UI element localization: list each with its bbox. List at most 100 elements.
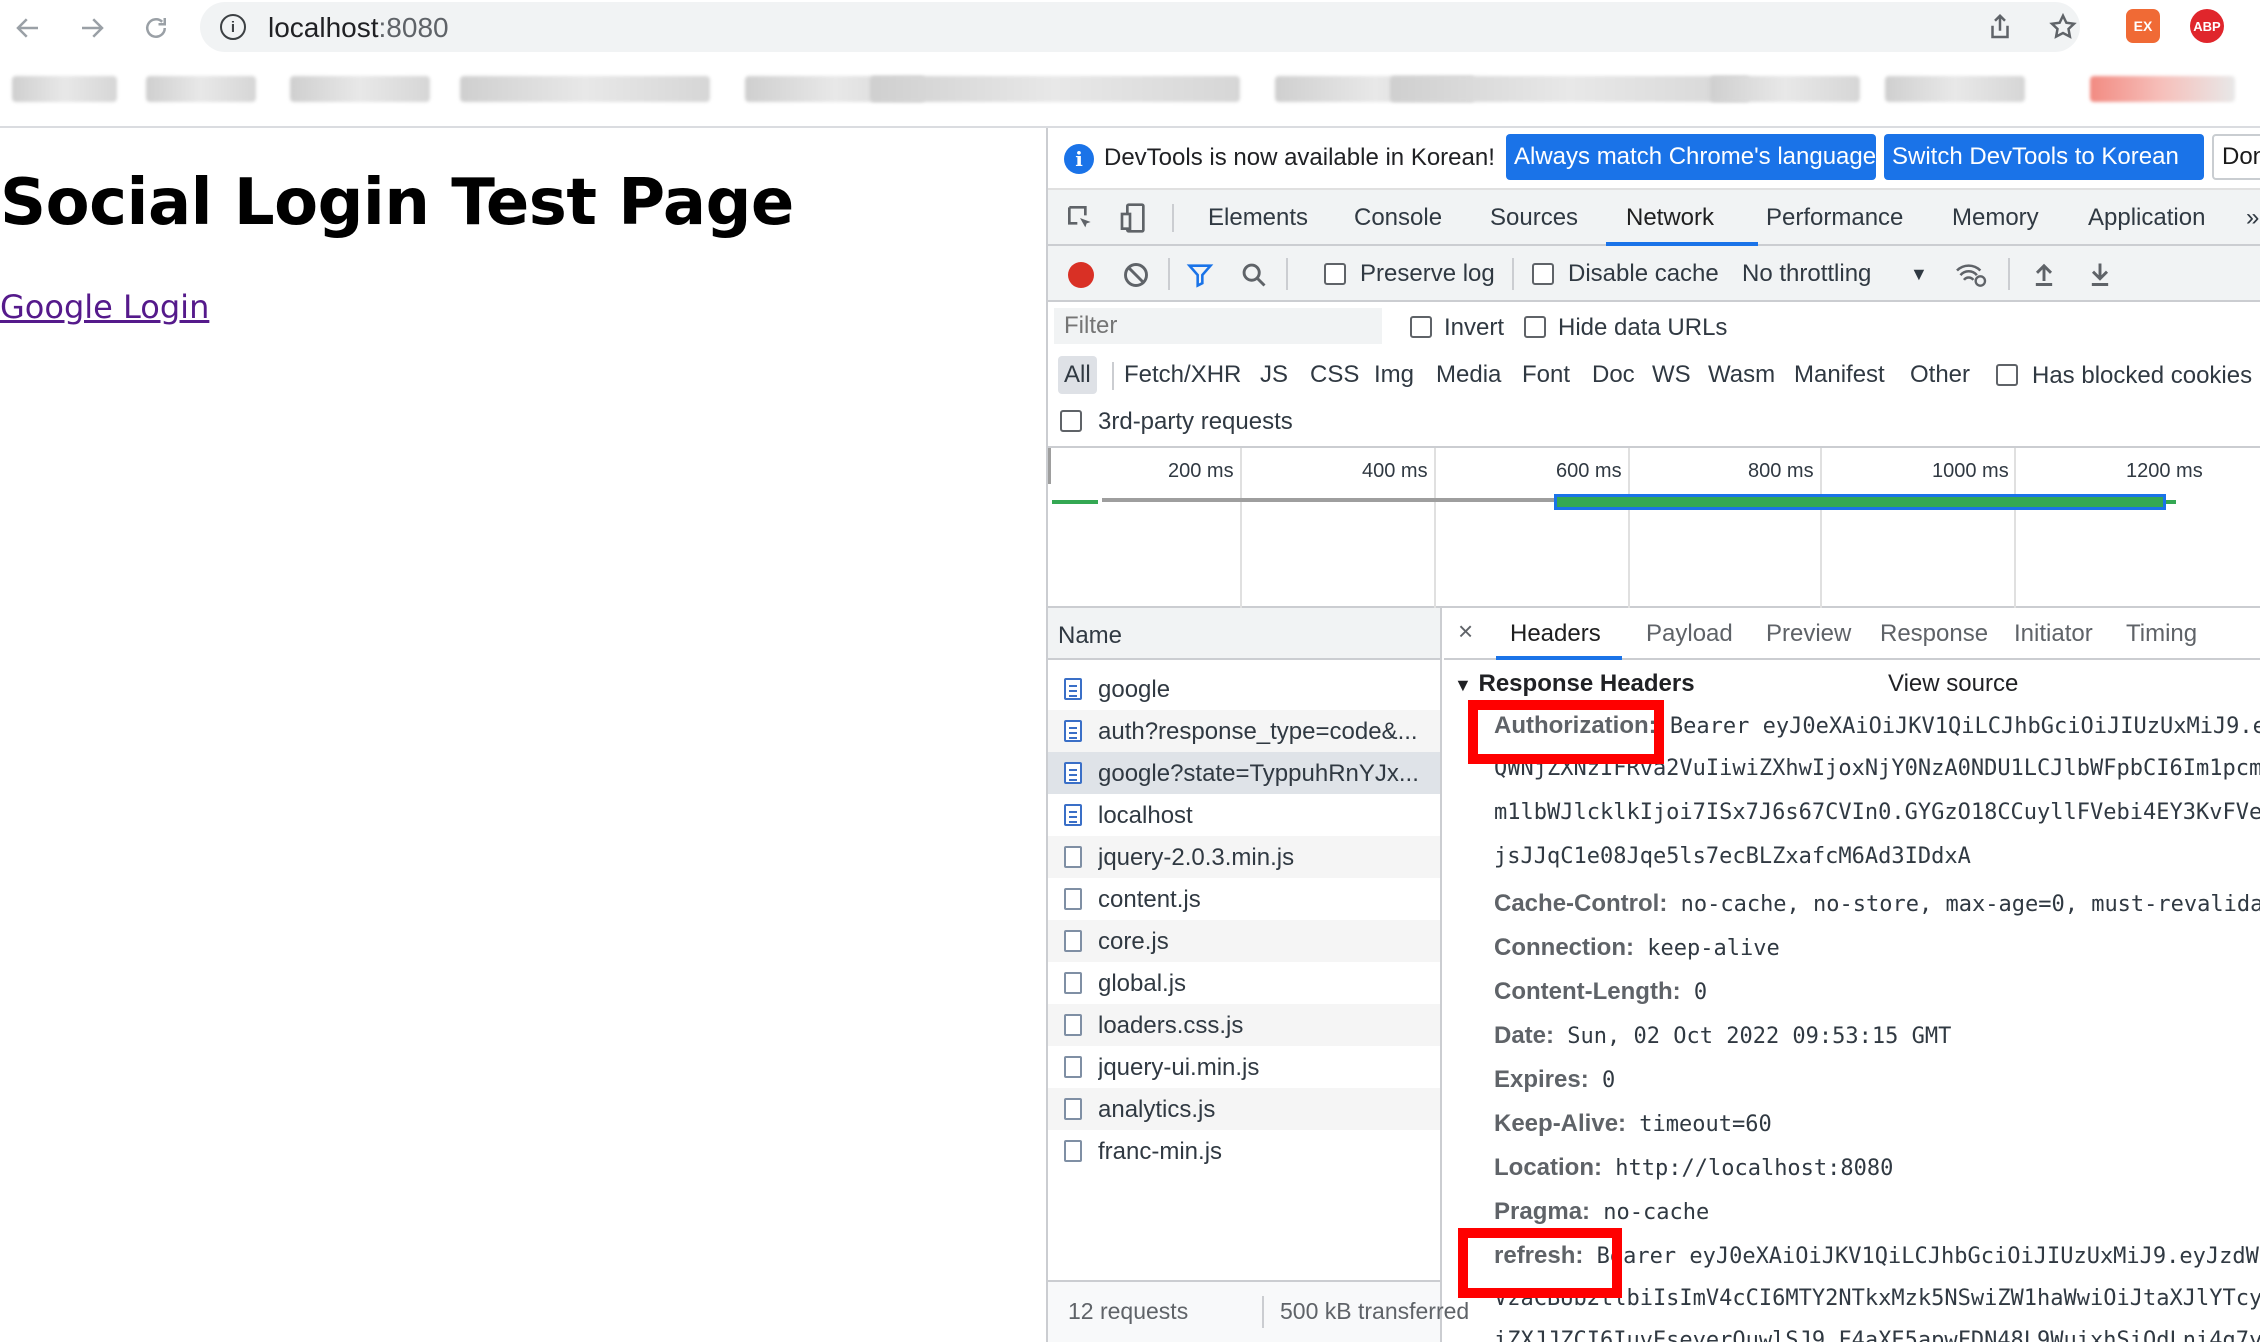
tab-response[interactable]: Response bbox=[1880, 620, 1988, 648]
tab-performance[interactable]: Performance bbox=[1766, 204, 1903, 232]
inspect-element-icon[interactable] bbox=[1064, 202, 1096, 234]
close-details-icon[interactable]: × bbox=[1458, 616, 1473, 647]
export-har-icon[interactable] bbox=[2086, 260, 2114, 288]
tab-sources[interactable]: Sources bbox=[1490, 204, 1578, 232]
toolbar-divider bbox=[2008, 258, 2010, 290]
bookmark-item[interactable] bbox=[146, 76, 256, 102]
chevron-down-icon[interactable]: ▼ bbox=[1910, 264, 1928, 285]
active-tab-indicator bbox=[1496, 656, 1622, 660]
reload-button[interactable] bbox=[136, 8, 176, 48]
tab-console[interactable]: Console bbox=[1354, 204, 1442, 232]
filter-type-fetch-xhr[interactable]: Fetch/XHR bbox=[1118, 356, 1247, 394]
more-tabs-chevron-icon[interactable]: » bbox=[2246, 204, 2259, 232]
timeline-overview[interactable]: 200 ms 400 ms 600 ms 800 ms 1000 ms 1200… bbox=[1048, 448, 2260, 608]
request-row[interactable]: jquery-ui.min.js bbox=[1048, 1046, 1440, 1088]
tab-elements[interactable]: Elements bbox=[1208, 204, 1308, 232]
switch-to-korean-button[interactable]: Switch DevTools to Korean bbox=[1884, 134, 2204, 180]
bookmark-item[interactable] bbox=[290, 76, 430, 102]
preserve-log-checkbox[interactable] bbox=[1324, 263, 1346, 285]
record-icon[interactable] bbox=[1068, 262, 1094, 288]
throttling-select[interactable]: No throttling bbox=[1742, 260, 1871, 288]
header-line: Location: http://localhost:8080 bbox=[1494, 1154, 1894, 1181]
response-headers-section[interactable]: ▼ Response Headers bbox=[1454, 670, 1695, 698]
dont-show-again-button[interactable]: Don't show again bbox=[2212, 134, 2260, 180]
request-row[interactable]: global.js bbox=[1048, 962, 1440, 1004]
request-row[interactable]: content.js bbox=[1048, 878, 1440, 920]
bookmark-item[interactable] bbox=[460, 76, 710, 102]
request-row[interactable]: franc-min.js bbox=[1048, 1130, 1440, 1172]
timeline-gridline bbox=[2014, 448, 2016, 608]
address-bar[interactable]: i localhost:8080 bbox=[200, 2, 2080, 52]
tab-payload[interactable]: Payload bbox=[1646, 620, 1733, 648]
tab-network[interactable]: Network bbox=[1626, 204, 1714, 232]
filter-type-all[interactable]: All bbox=[1058, 356, 1097, 394]
back-button[interactable] bbox=[8, 8, 48, 48]
info-icon: i bbox=[1064, 144, 1094, 174]
forward-button[interactable] bbox=[72, 8, 112, 48]
toolbar-divider bbox=[1172, 204, 1174, 232]
google-login-link[interactable]: Google Login bbox=[0, 288, 209, 326]
tab-application[interactable]: Application bbox=[2088, 204, 2205, 232]
filter-type-other[interactable]: Other bbox=[1904, 356, 1976, 394]
request-row[interactable]: auth?response_type=code&... bbox=[1048, 710, 1440, 752]
reload-icon bbox=[146, 18, 166, 38]
request-row[interactable]: loaders.css.js bbox=[1048, 1004, 1440, 1046]
bookmark-item[interactable] bbox=[870, 76, 1240, 102]
bookmark-item[interactable] bbox=[1710, 76, 1860, 102]
device-toolbar-icon[interactable] bbox=[1118, 202, 1150, 234]
invert-checkbox[interactable] bbox=[1410, 316, 1432, 338]
network-conditions-icon[interactable] bbox=[1954, 260, 1988, 288]
script-file-icon bbox=[1064, 1056, 1082, 1078]
tab-headers[interactable]: Headers bbox=[1510, 620, 1601, 648]
filter-type-js[interactable]: JS bbox=[1254, 356, 1294, 394]
request-row[interactable]: jquery-2.0.3.min.js bbox=[1048, 836, 1440, 878]
blocked-cookies-checkbox[interactable] bbox=[1996, 364, 2018, 386]
filter-row: Invert Hide data URLs bbox=[1048, 302, 2260, 350]
request-row[interactable]: core.js bbox=[1048, 920, 1440, 962]
hide-data-urls-checkbox[interactable] bbox=[1524, 316, 1546, 338]
site-info-icon[interactable]: i bbox=[220, 14, 246, 40]
tab-timing[interactable]: Timing bbox=[2126, 620, 2197, 648]
filter-type-img[interactable]: Img bbox=[1368, 356, 1420, 394]
filter-type-wasm[interactable]: Wasm bbox=[1702, 356, 1781, 394]
bookmark-star-icon[interactable] bbox=[2048, 12, 2078, 42]
request-row[interactable]: localhost bbox=[1048, 794, 1440, 836]
extension-ex-icon[interactable]: EX bbox=[2126, 9, 2160, 43]
document-icon bbox=[1064, 804, 1082, 826]
always-match-language-button[interactable]: Always match Chrome's language bbox=[1506, 134, 1876, 180]
third-party-checkbox[interactable] bbox=[1060, 410, 1082, 432]
share-icon[interactable] bbox=[1985, 12, 2015, 42]
network-toolbar: Preserve log Disable cache No throttling… bbox=[1048, 246, 2260, 302]
import-har-icon[interactable] bbox=[2030, 260, 2058, 288]
clear-icon[interactable] bbox=[1122, 261, 1150, 289]
filter-type-font[interactable]: Font bbox=[1516, 356, 1576, 394]
adblock-icon[interactable]: ABP bbox=[2190, 9, 2224, 43]
address-url[interactable]: localhost:8080 bbox=[268, 12, 449, 44]
bookmark-item[interactable] bbox=[12, 76, 117, 102]
filter-input[interactable] bbox=[1054, 308, 1382, 344]
search-icon[interactable] bbox=[1240, 261, 1268, 289]
filter-type-media[interactable]: Media bbox=[1430, 356, 1507, 394]
status-divider bbox=[1262, 1296, 1264, 1328]
tab-preview[interactable]: Preview bbox=[1766, 620, 1851, 648]
view-source-link[interactable]: View source bbox=[1888, 670, 2018, 698]
bookmark-item[interactable] bbox=[1390, 76, 1750, 102]
disable-cache-label: Disable cache bbox=[1568, 260, 1719, 287]
filter-type-ws[interactable]: WS bbox=[1646, 356, 1697, 394]
request-row-selected[interactable]: google?state=TyppuhRnYJx... bbox=[1048, 752, 1440, 794]
name-column-header[interactable]: Name bbox=[1048, 608, 1440, 660]
filter-type-css[interactable]: CSS bbox=[1304, 356, 1365, 394]
disable-cache-checkbox[interactable] bbox=[1532, 263, 1554, 285]
bookmark-item[interactable] bbox=[1885, 76, 2025, 102]
request-row[interactable]: analytics.js bbox=[1048, 1088, 1440, 1130]
bookmark-item[interactable] bbox=[2090, 76, 2235, 102]
script-file-icon bbox=[1064, 930, 1082, 952]
filter-type-doc[interactable]: Doc bbox=[1586, 356, 1641, 394]
network-status-bar: 12 requests 500 kB transferred bbox=[1048, 1280, 1469, 1342]
tab-memory[interactable]: Memory bbox=[1952, 204, 2039, 232]
third-party-label: 3rd-party requests bbox=[1098, 408, 1293, 435]
tab-initiator[interactable]: Initiator bbox=[2014, 620, 2093, 648]
filter-funnel-icon[interactable] bbox=[1186, 261, 1214, 289]
request-row[interactable]: google bbox=[1048, 668, 1440, 710]
filter-type-manifest[interactable]: Manifest bbox=[1788, 356, 1891, 394]
